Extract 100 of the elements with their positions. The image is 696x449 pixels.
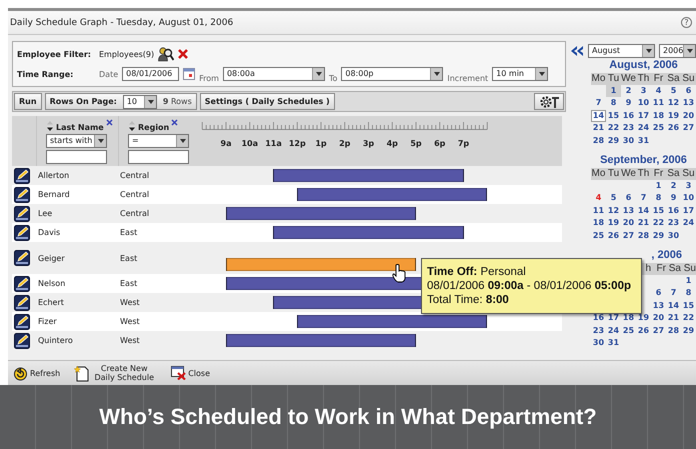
calendar-day[interactable]: 16 [591, 312, 606, 325]
calendar-day[interactable]: 27 [681, 122, 696, 135]
calendar-day[interactable]: 14 [636, 204, 651, 218]
calendar-day[interactable]: 20 [651, 312, 666, 325]
calendar-day[interactable]: 27 [651, 324, 666, 337]
calendar-day[interactable]: 7 [591, 97, 606, 110]
calendar-day[interactable]: 2 [666, 180, 681, 192]
calendar-day[interactable]: 19 [636, 312, 651, 325]
people-search-icon[interactable] [158, 46, 174, 62]
to-time-select[interactable]: 08:00p [341, 67, 444, 81]
calendar-day[interactable]: 31 [636, 134, 651, 147]
edit-icon[interactable] [14, 250, 30, 266]
double-left-arrow-icon[interactable] [570, 46, 584, 56]
edit-icon[interactable] [14, 332, 30, 348]
calendar-day[interactable]: 19 [666, 110, 681, 122]
from-time-select[interactable]: 08:00a [222, 67, 325, 81]
calendar-day[interactable]: 9 [666, 192, 681, 205]
calendar-day[interactable]: 18 [621, 312, 636, 325]
column-filter-field[interactable] [128, 150, 189, 164]
calendar-day[interactable]: 4 [591, 192, 606, 205]
calendar-day[interactable]: 20 [621, 217, 636, 230]
tools-button[interactable] [534, 93, 564, 110]
calendar-day[interactable]: 24 [636, 122, 651, 135]
calendar-day[interactable]: 29 [681, 324, 696, 337]
calendar-day[interactable]: 11 [591, 204, 606, 218]
settings-button[interactable]: Settings ( Daily Schedules ) [200, 93, 335, 110]
remove-icon[interactable] [178, 49, 188, 59]
calendar-day[interactable]: 15 [606, 110, 621, 122]
sort-icon[interactable] [46, 120, 54, 132]
calendar-day[interactable]: 1 [651, 180, 666, 192]
edit-icon[interactable] [14, 168, 30, 184]
edit-icon[interactable] [14, 276, 30, 292]
calendar-day[interactable]: 21 [666, 312, 681, 325]
calendar-day[interactable]: 6 [621, 192, 636, 205]
help-button[interactable]: ? [681, 17, 692, 28]
calendar-day[interactable]: 6 [651, 287, 666, 300]
close-button[interactable]: Close [171, 366, 210, 380]
calendar-day[interactable]: 17 [636, 110, 651, 122]
calendar-day[interactable]: 5 [606, 192, 621, 205]
calendar-day[interactable]: 6 [681, 85, 696, 98]
calendar-day[interactable]: 28 [636, 230, 651, 242]
calendar-day[interactable]: 12 [606, 204, 621, 218]
calendar-day[interactable]: 1 [606, 85, 621, 98]
calendar-day[interactable]: 14 [666, 300, 681, 312]
calendar-day[interactable]: 17 [681, 204, 696, 218]
create-schedule-button[interactable]: Create New Daily Schedule [74, 364, 158, 382]
calendar-day[interactable]: 13 [621, 204, 636, 218]
calendar-day[interactable]: 24 [681, 217, 696, 230]
calendar-day[interactable]: 20 [681, 110, 696, 122]
calendar-day[interactable]: 28 [591, 134, 606, 147]
calendar-day[interactable]: 5 [666, 85, 681, 98]
x-icon[interactable] [106, 119, 113, 126]
calendar-icon[interactable] [183, 68, 196, 80]
calendar-day[interactable]: 21 [591, 122, 606, 135]
x-icon[interactable] [171, 119, 178, 126]
sort-icon[interactable] [128, 120, 136, 132]
rows-on-page-select[interactable]: 10 [122, 94, 157, 108]
edit-icon[interactable] [14, 224, 30, 240]
calendar-day[interactable]: 1 [681, 275, 696, 288]
calendar-day[interactable]: 15 [651, 204, 666, 218]
calendar-day[interactable]: 8 [681, 287, 696, 300]
calendar-day[interactable]: 23 [591, 324, 606, 337]
calendar-day[interactable]: 30 [591, 336, 606, 350]
increment-select[interactable]: 10 min [492, 67, 548, 81]
calendar-day[interactable]: 2 [621, 85, 636, 98]
calendar-day[interactable]: 13 [681, 97, 696, 110]
calendar-day[interactable]: 11 [651, 97, 666, 110]
edit-icon[interactable] [14, 294, 30, 310]
calendar-day[interactable]: 22 [651, 217, 666, 230]
calendar-day[interactable]: 22 [606, 122, 621, 135]
calendar-day[interactable]: 26 [636, 324, 651, 337]
calendar-day[interactable]: 28 [666, 324, 681, 337]
calendar-day[interactable]: 8 [651, 192, 666, 205]
calendar-day[interactable]: 13 [651, 300, 666, 312]
refresh-button[interactable]: Refresh [13, 366, 60, 380]
date-field[interactable]: 08/01/2006 [122, 67, 180, 81]
calendar-day[interactable]: 30 [621, 134, 636, 147]
calendar-day[interactable]: 3 [636, 85, 651, 98]
calendar-day[interactable]: 3 [681, 180, 696, 192]
calendar-day[interactable]: 15 [681, 300, 696, 312]
calendar-day[interactable]: 29 [651, 230, 666, 242]
calendar-day[interactable]: 10 [681, 192, 696, 205]
operator-select[interactable]: = [128, 134, 189, 148]
calendar-day[interactable]: 31 [606, 336, 621, 350]
calendar-day[interactable]: 25 [651, 122, 666, 135]
calendar-day[interactable]: 27 [621, 230, 636, 242]
year-select[interactable]: 2006 [659, 44, 696, 58]
edit-icon[interactable] [14, 314, 30, 330]
calendar-day[interactable]: 23 [621, 122, 636, 135]
calendar-day[interactable]: 17 [606, 312, 621, 325]
column-filter-field[interactable] [46, 150, 107, 164]
calendar-day[interactable]: 22 [681, 312, 696, 325]
calendar-day[interactable]: 7 [666, 287, 681, 300]
calendar-day[interactable]: 30 [666, 230, 681, 242]
calendar-day[interactable]: 29 [606, 134, 621, 147]
run-button[interactable]: Run [14, 93, 42, 110]
calendar-day[interactable]: 25 [591, 230, 606, 242]
calendar-day[interactable]: 21 [636, 217, 651, 230]
calendar-day[interactable]: 16 [621, 110, 636, 122]
calendar-day[interactable]: 16 [666, 204, 681, 218]
